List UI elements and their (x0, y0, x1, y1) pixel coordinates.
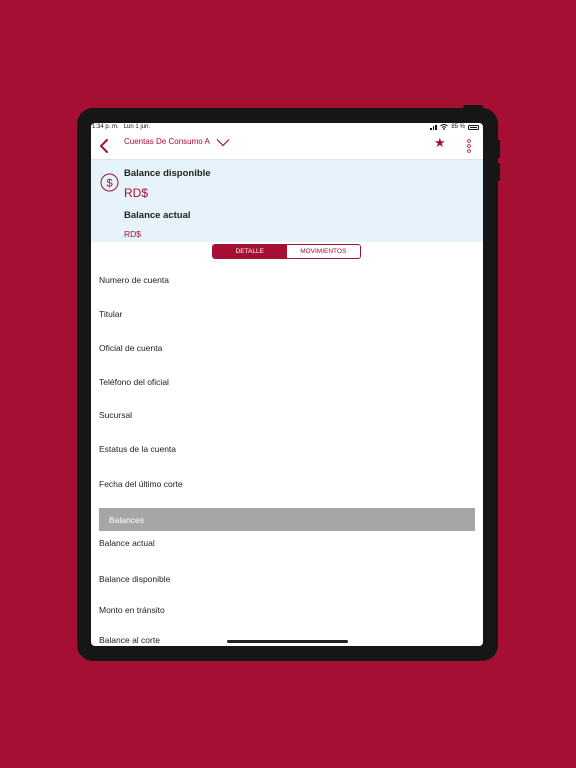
detail-officer-phone: Teléfono del oficial (99, 377, 169, 387)
home-indicator[interactable] (227, 640, 348, 643)
detail-account-officer: Oficial de cuenta (99, 343, 163, 353)
balances-available: Balance disponible (99, 574, 171, 584)
tab-detalle[interactable]: DETALLE (213, 245, 287, 258)
available-balance-label: Balance disponible (124, 168, 211, 179)
status-indicators: 85 % (430, 124, 479, 130)
detail-holder: Titular (99, 309, 123, 319)
detail-last-cut-date: Fecha del último corte (99, 479, 183, 489)
app-screen: 1:34 p. m. Lun 1 jun. 85 % Cuentas De Co… (91, 123, 483, 646)
detail-account-number: Numero de cuenta (99, 275, 169, 285)
status-bar: 1:34 p. m. Lun 1 jun. 85 % (91, 123, 483, 133)
current-balance-amount: RD$ (124, 229, 142, 239)
balances-in-transit: Monto en tránsito (99, 605, 165, 615)
more-vertical-icon[interactable] (466, 139, 472, 153)
star-icon[interactable]: ★ (434, 136, 446, 149)
signal-icon (430, 124, 437, 130)
navigation-bar: Cuentas De Consumo A ★ (91, 133, 483, 159)
detail-branch: Sucursal (99, 410, 133, 420)
chevron-left-icon[interactable] (98, 139, 110, 153)
current-balance-label: Balance actual (124, 210, 191, 221)
chevron-down-icon[interactable] (216, 138, 230, 147)
battery-percent: 85 % (451, 124, 465, 130)
segmented-control: DETALLE MOVIMIENTOS (212, 244, 361, 259)
balances-at-cut: Balance al corte (99, 635, 160, 645)
detail-account-status: Estatus de la cuenta (99, 444, 177, 454)
dollar-circle-icon: $ (100, 173, 119, 192)
battery-icon (468, 124, 479, 130)
balances-current: Balance actual (99, 538, 155, 548)
section-title: Balances (109, 515, 144, 525)
account-title[interactable]: Cuentas De Consumo A (124, 137, 210, 146)
svg-text:$: $ (106, 178, 112, 190)
tab-movimientos[interactable]: MOVIMIENTOS (286, 245, 360, 258)
balance-card: $ Balance disponible RD$ Balance actual … (91, 159, 483, 242)
wifi-icon (440, 124, 449, 130)
balances-section-header: Balances (99, 508, 475, 531)
status-time: 1:34 p. m. Lun 1 jun. (92, 124, 151, 130)
available-balance-amount: RD$ (124, 186, 149, 200)
